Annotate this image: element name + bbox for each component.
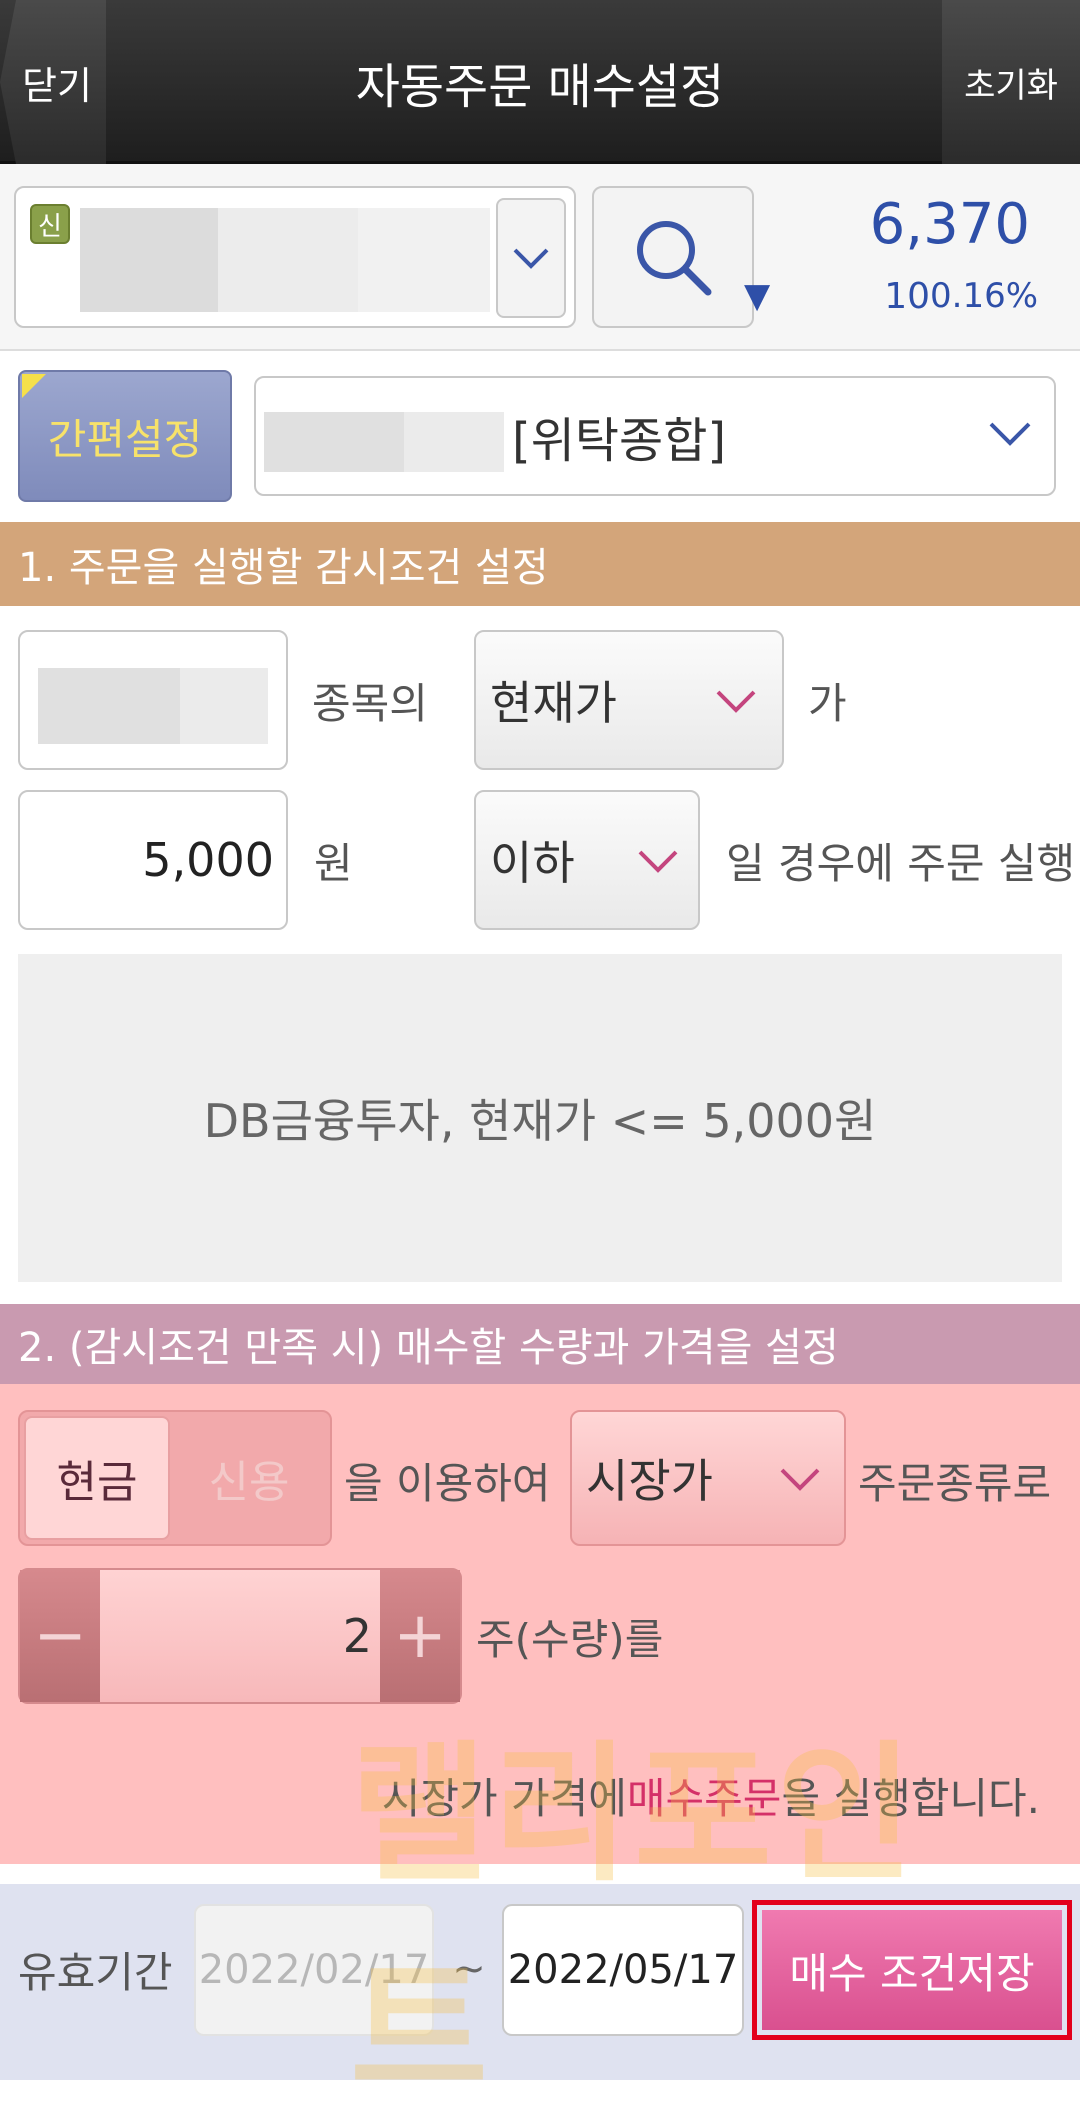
stock-name-redacted xyxy=(180,668,268,744)
price-type-value: 현재가 xyxy=(490,676,617,730)
stock-suffix-text: 종목의 xyxy=(312,678,428,728)
section-1-header: 1. 주문을 실행할 감시조건 설정 xyxy=(0,522,1080,606)
quick-setting-button[interactable]: 간편설정 xyxy=(18,370,232,502)
minus-icon[interactable]: − xyxy=(20,1570,100,1702)
stock-name-redacted xyxy=(218,208,358,312)
date-range-separator: ~ xyxy=(452,1946,486,1992)
condition-value: 이하 xyxy=(490,836,575,890)
chevron-down-icon xyxy=(638,850,678,873)
price-type-select[interactable]: 현재가 xyxy=(474,630,784,770)
use-suffix: 을 이용하여 xyxy=(344,1458,551,1508)
order-type-value: 시장가 xyxy=(586,1454,713,1508)
current-price: 6,370 xyxy=(869,192,1030,257)
search-button[interactable] xyxy=(592,186,754,328)
condition-summary: DB금융투자, 현재가 <= 5,000원 xyxy=(18,954,1062,1282)
order-type-select[interactable]: 시장가 xyxy=(570,1410,846,1546)
save-buy-condition-button[interactable]: 매수 조건저장 xyxy=(762,1910,1062,2030)
account-type-label: [위탁종합] xyxy=(512,413,727,469)
exec-prefix: 시장가 가격에 xyxy=(381,1773,627,1823)
price-type-suffix: 가 xyxy=(808,678,847,728)
stock-name-redacted xyxy=(80,208,218,312)
down-triangle-icon: ▼ xyxy=(744,276,771,316)
cash-option[interactable]: 현금 xyxy=(24,1416,170,1540)
corner-flag-icon xyxy=(22,374,46,398)
validity-label: 유효기간 xyxy=(18,1947,173,1997)
stock-name-redacted xyxy=(358,208,490,312)
credit-option[interactable]: 신용 xyxy=(174,1416,324,1540)
quantity-value[interactable]: 2 xyxy=(100,1570,372,1702)
quantity-suffix: 주(수량)를 xyxy=(476,1614,664,1664)
account-number-redacted xyxy=(404,412,504,472)
chevron-down-icon xyxy=(780,1468,820,1491)
chevron-down-icon[interactable] xyxy=(980,404,1040,464)
execution-description: 시장가 가격에 매수주문 을 실행합니다. xyxy=(300,1760,1040,1830)
chevron-down-icon xyxy=(716,690,756,713)
price-change-rate: 0.16% xyxy=(930,276,1039,316)
stock-name-redacted xyxy=(38,668,180,744)
search-icon xyxy=(637,221,712,296)
amount-input[interactable]: 5,000 xyxy=(18,790,288,930)
account-number-redacted xyxy=(264,412,404,472)
condition-suffix: 일 경우에 주문 실행 xyxy=(726,838,1076,888)
plus-icon[interactable]: + xyxy=(380,1570,460,1702)
condition-select[interactable]: 이하 xyxy=(474,790,700,930)
exec-suffix: 을 실행합니다. xyxy=(781,1773,1040,1823)
section-2-header: 2. (감시조건 만족 시) 매수할 수량과 가격을 설정 xyxy=(0,1304,1080,1384)
order-type-suffix: 주문종류로 xyxy=(858,1458,1052,1508)
start-date-field: 2022/02/17 xyxy=(194,1904,434,2036)
amount-unit: 원 xyxy=(314,838,353,888)
reset-button[interactable]: 초기화 xyxy=(942,0,1080,164)
chevron-down-icon xyxy=(513,248,549,269)
close-button[interactable]: 닫기 xyxy=(0,0,106,164)
exec-emphasis: 매수주문 xyxy=(626,1773,782,1823)
price-change: 10 xyxy=(884,276,930,317)
page-title: 자동주문 매수설정 xyxy=(355,59,725,115)
end-date-field[interactable]: 2022/05/17 xyxy=(502,1904,744,2036)
credit-badge: 신 xyxy=(30,204,70,244)
stock-dropdown-button[interactable] xyxy=(496,198,566,318)
